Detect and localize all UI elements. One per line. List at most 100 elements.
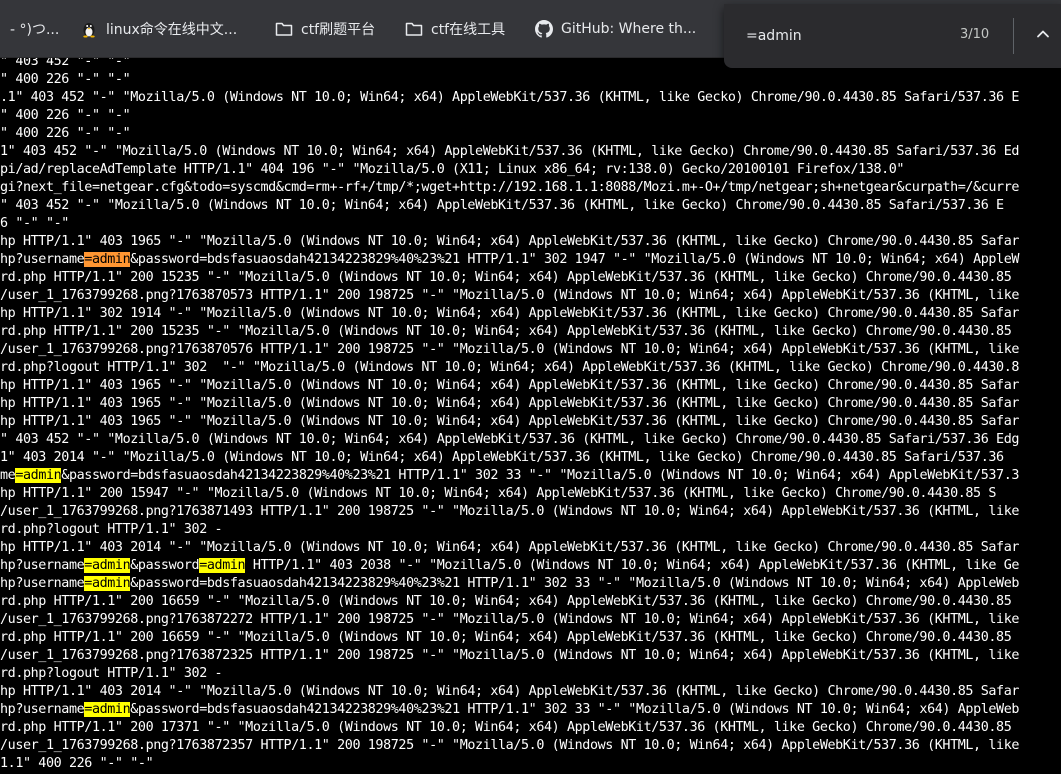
log-text: hp HTTP/1.1" 403 2014 "-" "Mozilla/5.0 (… (0, 684, 1020, 699)
log-line: hp HTTP/1.1" 302 1914 "-" "Mozilla/5.0 (… (0, 305, 1019, 323)
find-bar: 3/10 (724, 4, 1061, 68)
log-line: rd.php HTTP/1.1" 200 15235 "-" "Mozilla/… (0, 323, 1012, 341)
log-line: rd.php HTTP/1.1" 200 17371 "-" "Mozilla/… (0, 719, 1012, 737)
log-text: &password (130, 558, 200, 573)
log-line: 6 "-" "-" (0, 215, 69, 233)
log-line: " 403 452 "-" "-" (0, 58, 131, 71)
log-line: rd.php HTTP/1.1" 200 16659 "-" "Mozilla/… (0, 629, 1012, 647)
log-text: rd.php HTTP/1.1" 200 16659 "-" "Mozilla/… (0, 630, 1012, 645)
log-line: " 403 452 "-" "Mozilla/5.0 (Windows NT 1… (0, 431, 1019, 449)
search-highlight: =admin (84, 702, 131, 717)
bookmark-item-4[interactable]: ctf在线工具 (405, 16, 525, 42)
log-text: hp HTTP/1.1" 403 1965 "-" "Mozilla/5.0 (… (0, 414, 1020, 429)
log-text: 1" 403 2014 "-" "Mozilla/5.0 (Windows NT… (0, 450, 1004, 465)
chevron-up-icon (1034, 25, 1052, 48)
log-text: hp?username (0, 558, 85, 573)
log-line: hp HTTP/1.1" 403 1965 "-" "Mozilla/5.0 (… (0, 233, 1019, 251)
find-input[interactable] (746, 24, 946, 48)
log-text: hp HTTP/1.1" 403 1965 "-" "Mozilla/5.0 (… (0, 234, 1020, 249)
log-line: " 403 452 "-" "Mozilla/5.0 (Windows NT 1… (0, 197, 1004, 215)
log-line: 1" 403 452 "-" "Mozilla/5.0 (Windows NT … (0, 143, 1019, 161)
folder-icon (275, 20, 293, 38)
log-line: " 400 226 "-" "-" (0, 107, 131, 125)
log-line: rd.php HTTP/1.1" 200 16659 "-" "Mozilla/… (0, 593, 1012, 611)
log-text: " 400 226 "-" "-" (0, 126, 131, 141)
log-line: hp HTTP/1.1" 403 2014 "-" "Mozilla/5.0 (… (0, 683, 1019, 701)
log-text: " 400 226 "-" "-" (0, 72, 131, 87)
log-text: rd.php HTTP/1.1" 200 15235 "-" "Mozilla/… (0, 324, 1012, 339)
log-text: gi?next_file=netgear.cfg&todo=syscmd&cmd… (0, 180, 1020, 195)
log-text: " 400 226 "-" "-" (0, 108, 131, 123)
log-text: rd.php HTTP/1.1" 200 16659 "-" "Mozilla/… (0, 594, 1012, 609)
log-line: " 400 226 "-" "-" (0, 71, 131, 89)
log-line: /user_1_1763799268.png?1763870573 HTTP/1… (0, 287, 1019, 305)
log-text: &password=bdsfasuaosdah42134223829%40%23… (61, 468, 1020, 483)
log-line: .1" 403 452 "-" "Mozilla/5.0 (Windows NT… (0, 89, 1019, 107)
log-text: rd.php?logout HTTP/1.1" 302 "-" "Mozilla… (0, 360, 1020, 375)
log-line: /user_1_1763799268.png?1763872357 HTTP/1… (0, 737, 1019, 755)
log-line: hp HTTP/1.1" 403 1965 "-" "Mozilla/5.0 (… (0, 377, 1019, 395)
log-text: hp HTTP/1.1" 200 15947 "-" "Mozilla/5.0 … (0, 486, 997, 501)
log-text: &password=bdsfasuaosdah42134223829%40%23… (130, 252, 1020, 267)
find-previous-button[interactable] (1029, 22, 1057, 50)
log-line: hp HTTP/1.1" 403 2014 "-" "Mozilla/5.0 (… (0, 539, 1019, 557)
bookmark-item-2[interactable]: linux命令在线中文... (80, 16, 260, 42)
log-line: hp HTTP/1.1" 403 1965 "-" "Mozilla/5.0 (… (0, 395, 1019, 413)
log-text: " 403 452 "-" "Mozilla/5.0 (Windows NT 1… (0, 198, 1004, 213)
search-highlight: =admin (199, 558, 246, 573)
log-text: /user_1_1763799268.png?1763872357 HTTP/1… (0, 738, 1020, 753)
log-text: rd.php HTTP/1.1" 200 15235 "-" "Mozilla/… (0, 270, 1012, 285)
log-text: 6 "-" "-" (0, 216, 69, 231)
log-text: hp?username (0, 252, 85, 267)
log-line: hp?username=admin&password=bdsfasuaosdah… (0, 575, 1019, 593)
search-highlight-current: =admin (84, 252, 131, 267)
log-text: 1" 403 452 "-" "Mozilla/5.0 (Windows NT … (0, 144, 1020, 159)
log-text: /user_1_1763799268.png?1763872325 HTTP/1… (0, 648, 1020, 663)
log-text: me (0, 468, 16, 483)
log-text: hp?username (0, 702, 85, 717)
log-text: .1" 403 452 "-" "Mozilla/5.0 (Windows NT… (0, 90, 1020, 105)
log-line: rd.php?logout HTTP/1.1" 302 - (0, 521, 223, 539)
log-text: hp HTTP/1.1" 403 2014 "-" "Mozilla/5.0 (… (0, 540, 1020, 555)
log-text: rd.php?logout HTTP/1.1" 302 - (0, 522, 223, 537)
log-text: hp HTTP/1.1" 403 1965 "-" "Mozilla/5.0 (… (0, 378, 1020, 393)
log-line: 1.1" 400 226 "-" "-" (0, 755, 154, 773)
log-line: pi/ad/replaceAdTemplate HTTP/1.1" 404 19… (0, 161, 905, 179)
search-highlight: =admin (84, 576, 131, 591)
log-text: rd.php?logout HTTP/1.1" 302 - (0, 666, 223, 681)
log-line: rd.php HTTP/1.1" 200 15235 "-" "Mozilla/… (0, 269, 1012, 287)
log-text: /user_1_1763799268.png?1763870576 HTTP/1… (0, 342, 1020, 357)
log-line: hp?username=admin&password=bdsfasuaosdah… (0, 701, 1019, 719)
log-line: rd.php?logout HTTP/1.1" 302 - (0, 665, 223, 683)
find-match-count: 3/10 (960, 27, 990, 42)
log-text: pi/ad/replaceAdTemplate HTTP/1.1" 404 19… (0, 162, 905, 177)
log-text: &password=bdsfasuaosdah42134223829%40%23… (130, 576, 1020, 591)
find-divider (1013, 18, 1014, 54)
bookmark-item-5[interactable]: GitHub: Where th... (535, 16, 715, 42)
log-text: &password=bdsfasuaosdah42134223829%40%23… (130, 702, 1020, 717)
bookmark-item-3[interactable]: ctf刷题平台 (275, 16, 395, 42)
log-line: /user_1_1763799268.png?1763872325 HTTP/1… (0, 647, 1019, 665)
search-highlight: =admin (84, 558, 131, 573)
log-line: " 400 226 "-" "-" (0, 125, 131, 143)
log-text: " 403 452 "-" "-" (0, 58, 131, 69)
log-text: 1.1" 400 226 "-" "-" (0, 756, 154, 771)
log-text: hp HTTP/1.1" 302 1914 "-" "Mozilla/5.0 (… (0, 306, 1020, 321)
folder-icon (405, 20, 423, 38)
log-line: /user_1_1763799268.png?1763870576 HTTP/1… (0, 341, 1019, 359)
log-line: /user_1_1763799268.png?1763871493 HTTP/1… (0, 503, 1019, 521)
log-text: /user_1_1763799268.png?1763872272 HTTP/1… (0, 612, 1020, 627)
bookmark-label: linux命令在线中文... (106, 22, 238, 38)
log-line: hp HTTP/1.1" 200 15947 "-" "Mozilla/5.0 … (0, 485, 996, 503)
bookmark-label: ctf刷题平台 (301, 22, 376, 38)
log-text: /user_1_1763799268.png?1763870573 HTTP/1… (0, 288, 1020, 303)
log-line: /user_1_1763799268.png?1763872272 HTTP/1… (0, 611, 1019, 629)
log-line: hp HTTP/1.1" 403 1965 "-" "Mozilla/5.0 (… (0, 413, 1019, 431)
log-text: rd.php HTTP/1.1" 200 17371 "-" "Mozilla/… (0, 720, 1012, 735)
log-line: hp?username=admin&password=bdsfasuaosdah… (0, 251, 1019, 269)
linux-tux-icon (80, 20, 98, 38)
log-line: hp?username=admin&password=admin HTTP/1.… (0, 557, 1019, 575)
log-text: hp?username (0, 576, 85, 591)
bookmark-label: - °)つ... (10, 22, 60, 38)
log-text: /user_1_1763799268.png?1763871493 HTTP/1… (0, 504, 1020, 519)
